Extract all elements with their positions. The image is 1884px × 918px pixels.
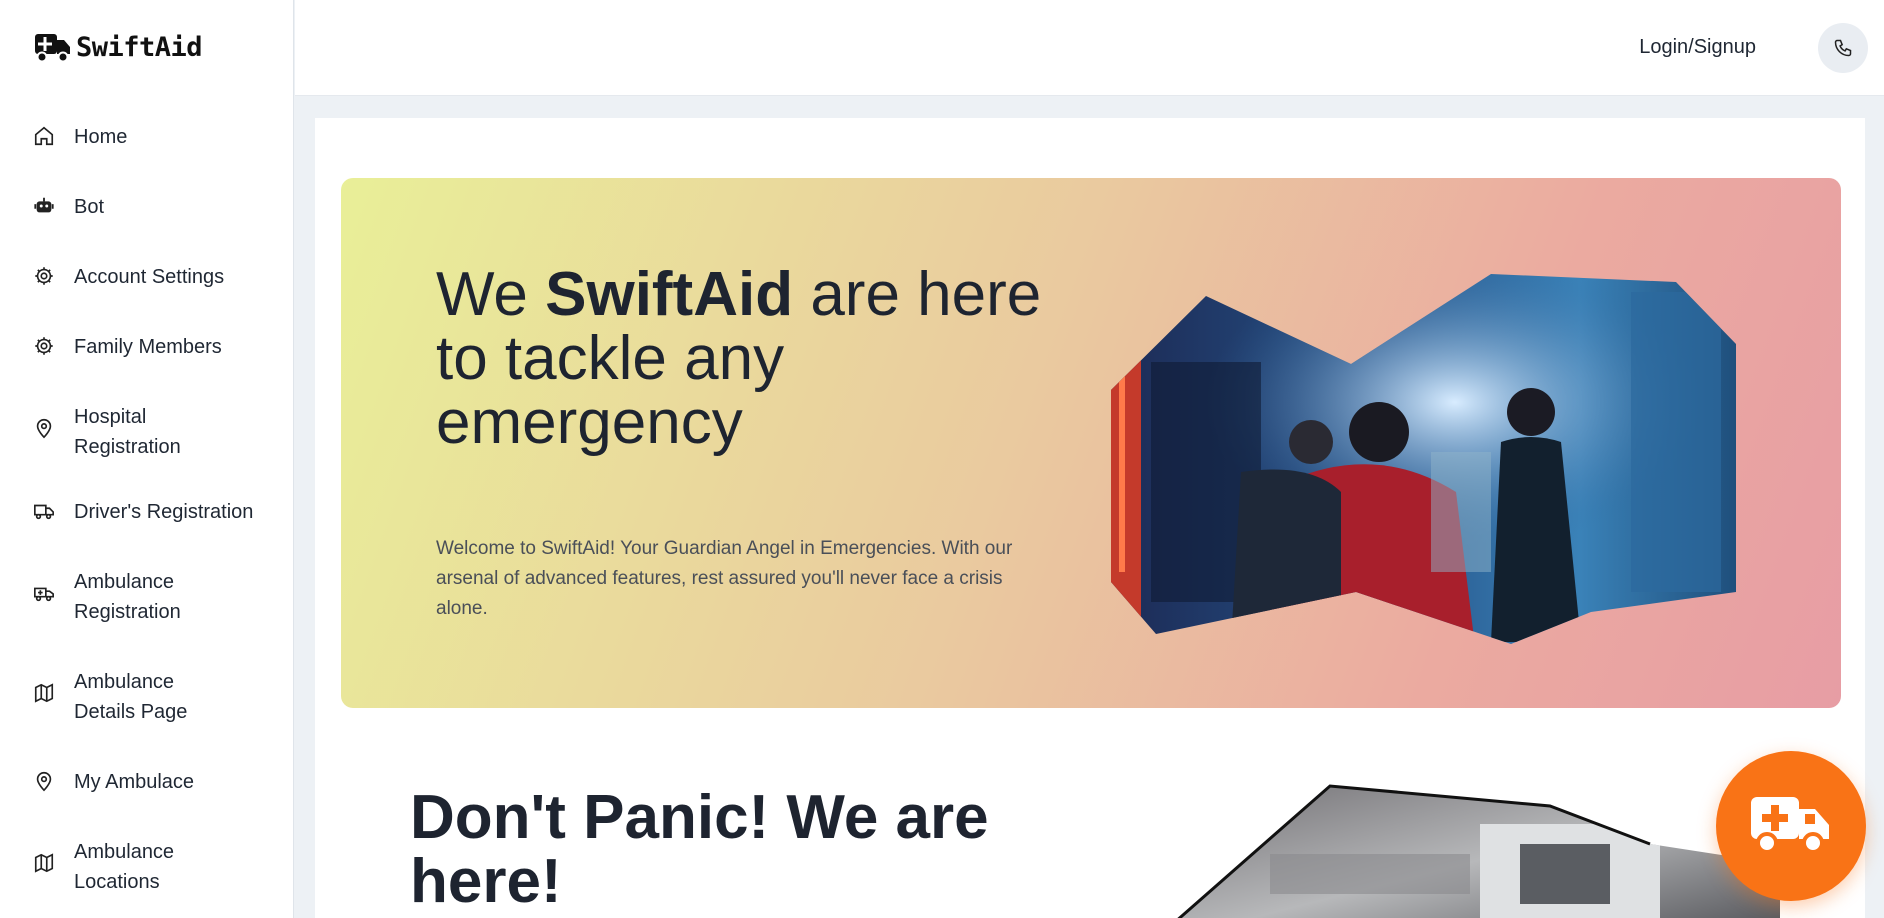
- ambulance-icon: [32, 581, 56, 605]
- sidebar-item-label: My Ambulace: [74, 771, 195, 793]
- gear-icon: [32, 334, 56, 358]
- truck-icon: [32, 499, 56, 523]
- sidebar-item-label: Bot: [74, 196, 105, 218]
- gear-icon: [32, 264, 56, 288]
- sidebar-item-hospital-registration[interactable]: Hospital Registration: [32, 402, 212, 462]
- sidebar-item-label: Hospital Registration: [74, 406, 181, 458]
- sidebar-item-family-members[interactable]: Family Members: [32, 332, 272, 362]
- hero-description: Welcome to SwiftAid! Your Guardian Angel…: [436, 538, 1013, 619]
- sidebar-item-my-ambulance[interactable]: My Ambulace: [32, 767, 272, 797]
- app-name: SwiftAid: [76, 31, 203, 63]
- sidebar-item-label: Ambulance Registration: [74, 571, 181, 623]
- sidebar-item-label: Account Settings: [74, 266, 225, 288]
- hero-banner: We SwiftAid are here to tackle any emerg…: [341, 178, 1841, 708]
- logo[interactable]: SwiftAid: [34, 30, 203, 64]
- phone-button[interactable]: [1818, 23, 1868, 73]
- sidebar-item-label: Home: [74, 126, 128, 148]
- map-pin-icon: [32, 416, 56, 440]
- app-root: SwiftAid Home Bot Account Settings Famil…: [0, 0, 1884, 918]
- sidebar-item-ambulance-registration[interactable]: Ambulance Registration: [32, 567, 212, 627]
- hero-title: We SwiftAid are here to tackle any emerg…: [436, 263, 1076, 455]
- sidebar-item-bot[interactable]: Bot: [32, 192, 272, 222]
- emergency-ambulance-button[interactable]: [1716, 751, 1866, 901]
- map-icon: [32, 851, 56, 875]
- bot-icon: [32, 194, 56, 218]
- map-pin-icon: [32, 769, 56, 793]
- sidebar: SwiftAid Home Bot Account Settings Famil…: [0, 0, 294, 918]
- ambulance-logo-icon: [35, 34, 70, 63]
- topbar: Login/Signup: [295, 0, 1884, 96]
- ambulance-vehicle-image: [1150, 784, 1780, 918]
- sidebar-item-label: Ambulance Locations: [74, 841, 175, 893]
- sidebar-item-ambulance-details-page[interactable]: Ambulance Details Page: [32, 667, 232, 727]
- sidebar-item-drivers-registration[interactable]: Driver's Registration: [32, 497, 272, 527]
- sidebar-item-account-settings[interactable]: Account Settings: [32, 262, 272, 292]
- main-content: We SwiftAid are here to tackle any emerg…: [315, 118, 1865, 918]
- hero-title-brand: SwiftAid: [545, 260, 794, 329]
- sidebar-item-ambulance-locations[interactable]: Ambulance Locations: [32, 837, 212, 897]
- login-signup-link[interactable]: Login/Signup: [1639, 36, 1756, 59]
- sidebar-item-label: Driver's Registration: [74, 501, 254, 523]
- sidebar-item-label: Family Members: [74, 336, 222, 358]
- hero-title-pre: We: [436, 260, 546, 329]
- phone-icon: [1834, 39, 1852, 57]
- ambulance-icon: [1751, 797, 1829, 854]
- map-icon: [32, 681, 56, 705]
- sidebar-item-home[interactable]: Home: [32, 122, 272, 152]
- sidebar-item-label: Ambulance Details Page: [74, 671, 188, 723]
- ambulance-interior-image: [1111, 274, 1736, 644]
- home-icon: [32, 124, 56, 148]
- section-heading: Don't Panic! We are here!: [410, 783, 989, 916]
